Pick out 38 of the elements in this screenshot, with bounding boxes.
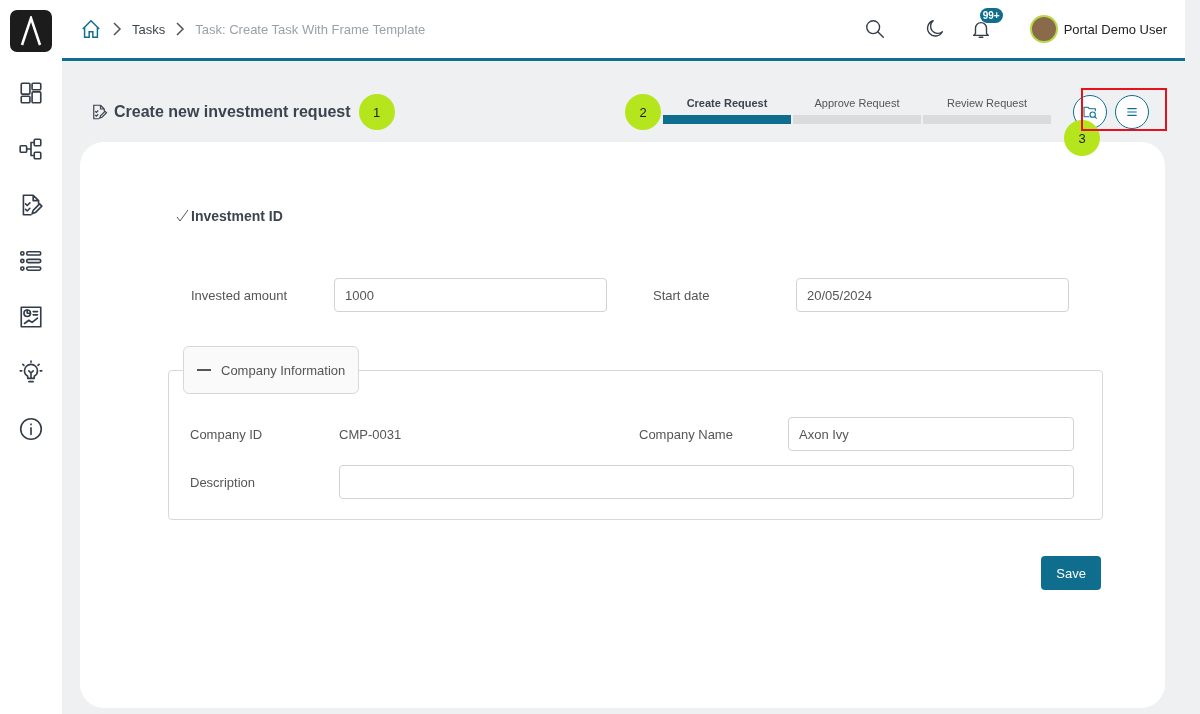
- annotation-marker: 2: [625, 94, 661, 130]
- step-tab[interactable]: Create Request: [663, 97, 791, 124]
- field-label: Description: [190, 474, 257, 490]
- menu-button[interactable]: [1115, 95, 1149, 129]
- task-icon: [90, 103, 108, 121]
- step-tab[interactable]: Approve Request: [793, 97, 921, 124]
- date-field[interactable]: 20/05/2024: [796, 278, 1069, 312]
- dashboard-icon[interactable]: [18, 80, 44, 106]
- breadcrumb-item: Task: Create Task With Frame Template: [195, 21, 426, 37]
- check-icon: [175, 209, 189, 223]
- save-button[interactable]: Save: [1041, 556, 1101, 590]
- company-name-field[interactable]: Axon Ivy: [788, 417, 1074, 451]
- field-label: Start date: [653, 287, 711, 303]
- process-icon[interactable]: [18, 136, 44, 162]
- search-icon[interactable]: [863, 18, 886, 40]
- chevron-icon: [112, 22, 122, 36]
- field-label: Company ID: [190, 426, 264, 442]
- field-label: Invested amount: [191, 287, 289, 303]
- description-field[interactable]: [339, 465, 1074, 499]
- page-title: Create new investment request: [114, 103, 351, 121]
- list-icon[interactable]: [18, 248, 44, 274]
- home-icon[interactable]: [80, 18, 102, 40]
- app-logo[interactable]: [10, 10, 52, 52]
- amount-field[interactable]: 1000: [334, 278, 607, 312]
- field-value: CMP-0031: [339, 426, 403, 442]
- section-title: Investment ID: [191, 208, 283, 224]
- folder-search-icon: [1082, 104, 1098, 120]
- user-name[interactable]: Portal Demo User: [1063, 21, 1167, 37]
- annotation-marker: 1: [358, 94, 395, 130]
- step-tab[interactable]: Review Request: [923, 97, 1051, 124]
- breadcrumb-item[interactable]: Tasks: [132, 21, 166, 37]
- chevron-icon: [175, 22, 186, 36]
- user-avatar[interactable]: [1029, 15, 1058, 43]
- notification-badge: 99+: [979, 8, 1003, 23]
- panel-toggle[interactable]: Company Information: [183, 346, 360, 394]
- statistics-icon[interactable]: [18, 304, 44, 330]
- info-icon[interactable]: [18, 416, 44, 442]
- field-label: Company Name: [639, 426, 734, 442]
